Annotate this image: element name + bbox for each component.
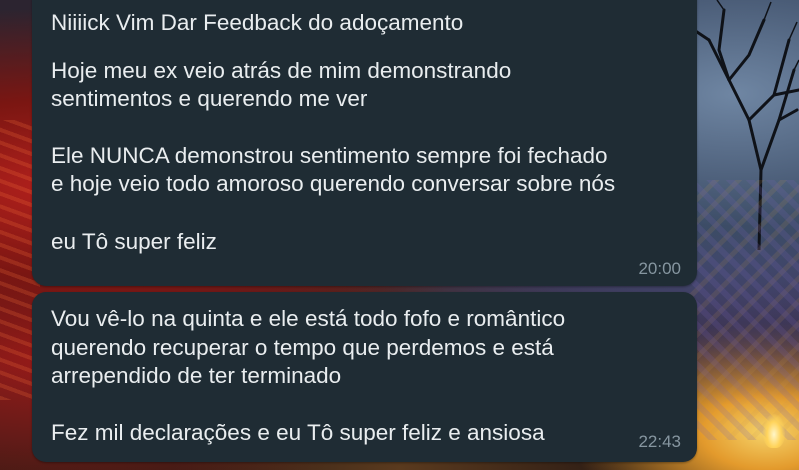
message-text-line: arrependido de ter terminado (51, 363, 342, 388)
message-text-line: Fez mil declarações e eu Tô super feliz … (51, 420, 545, 445)
wallpaper-right-pattern (689, 180, 799, 440)
message-text-line: querendo recuperar o tempo que perdemos … (51, 335, 554, 360)
message-bubble[interactable]: Vou vê-lo na quinta e ele está todo fofo… (32, 292, 697, 462)
message-bubble[interactable]: Niiiick Vim Dar Feedback do adoçamento H… (32, 0, 697, 286)
message-timestamp: 22:43 (638, 432, 681, 451)
candle-icon (763, 414, 785, 448)
message-text-line: Niiiick Vim Dar Feedback do adoçamento (51, 10, 464, 35)
message-text-line: Vou vê-lo na quinta e ele está todo fofo… (51, 306, 566, 331)
message-text-line: e hoje veio todo amoroso querendo conver… (51, 171, 616, 196)
message-timestamp: 20:00 (638, 259, 681, 278)
message-text-line: Hoje meu ex veio atrás de mim demonstran… (51, 58, 512, 83)
message-text-line: sentimentos e querendo me ver (51, 86, 368, 111)
message-text-line: Ele NUNCA demonstrou sentimento sempre f… (51, 143, 608, 168)
message-text-line: eu Tô super feliz (51, 229, 217, 254)
